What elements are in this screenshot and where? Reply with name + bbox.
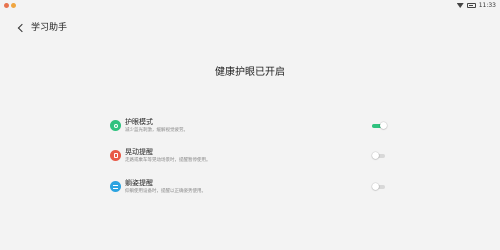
wifi-icon xyxy=(456,3,464,8)
setting-label: 晃动提醒 xyxy=(125,148,153,156)
battery-icon xyxy=(466,3,476,8)
status-right: 11:33 xyxy=(456,2,496,9)
setting-row-eye-mode: 护眼模式 减少蓝光刺激，缓解视觉疲劳。 xyxy=(110,116,394,140)
chevron-left-icon xyxy=(17,23,26,33)
status-bar: 11:33 xyxy=(0,0,500,12)
setting-description: 仰躺使用设备时，提醒以正确姿势使用。 xyxy=(125,189,206,194)
status-time: 11:33 xyxy=(478,2,496,9)
page-title: 学习助手 xyxy=(31,23,68,33)
setting-label: 护眼模式 xyxy=(125,118,153,126)
setting-row-shake-reminder: 晃动提醒 走路或乘车等晃动场景时，提醒暂停使用。 xyxy=(110,146,394,170)
back-button[interactable] xyxy=(14,22,26,34)
toggle-knob xyxy=(372,152,379,159)
eye-icon xyxy=(110,120,121,131)
eye-mode-toggle[interactable] xyxy=(372,122,388,129)
lying-posture-icon xyxy=(110,181,121,192)
setting-label: 躺姿提醒 xyxy=(125,179,153,187)
setting-row-posture-reminder: 躺姿提醒 仰躺使用设备时，提醒以正确姿势使用。 xyxy=(110,177,394,201)
shake-reminder-toggle[interactable] xyxy=(372,152,388,159)
toggle-knob xyxy=(372,183,379,190)
shake-phone-icon xyxy=(110,150,121,161)
notification-dot-icon xyxy=(4,3,9,8)
status-heading: 健康护眼已开启 xyxy=(215,67,285,78)
setting-description: 减少蓝光刺激，缓解视觉疲劳。 xyxy=(125,128,188,133)
posture-reminder-toggle[interactable] xyxy=(372,183,388,190)
header: 学习助手 xyxy=(0,18,500,38)
notification-dot-icon xyxy=(11,3,16,8)
notification-dots xyxy=(4,3,16,8)
setting-description: 走路或乘车等晃动场景时，提醒暂停使用。 xyxy=(125,158,211,163)
toggle-knob xyxy=(380,122,387,129)
